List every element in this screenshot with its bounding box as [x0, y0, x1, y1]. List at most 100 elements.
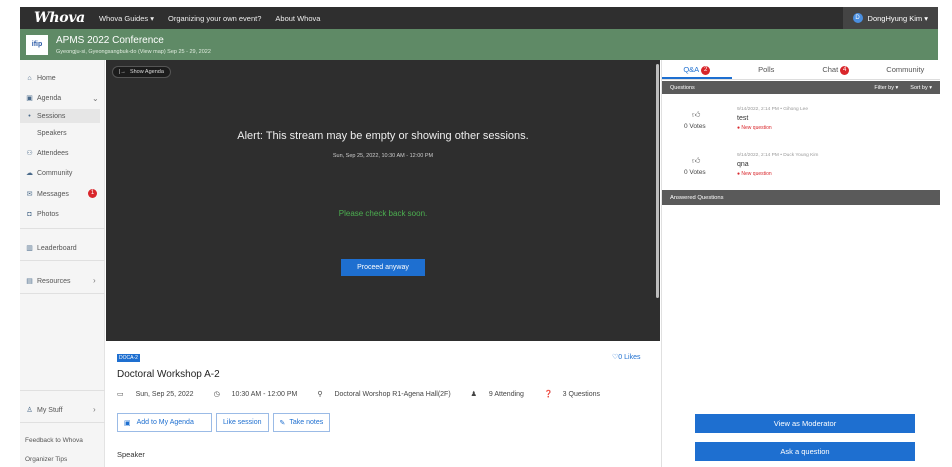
messages-icon: ✉	[26, 191, 33, 198]
scrollbar[interactable]	[656, 64, 659, 298]
sidebar-item-community[interactable]: ☁ Community	[25, 167, 72, 179]
sidebar-item-home[interactable]: ⌂ Home	[25, 72, 56, 84]
question-icon: ❓	[543, 391, 553, 398]
sidebar-item-resources[interactable]: ▤ Resources	[25, 275, 70, 287]
sidebar-item-sessions[interactable]: • Sessions	[25, 110, 65, 122]
chevron-right-icon[interactable]: ›	[93, 405, 96, 414]
sidebar-item-agenda[interactable]: ▣ Agenda	[25, 92, 61, 104]
likes-label: 0 Likes	[618, 354, 641, 361]
event-logo: ifip	[26, 34, 48, 55]
session-date: ▭ Sun, Sep 25, 2022	[117, 390, 204, 398]
sidebar-item-messages[interactable]: ✉ Messages	[25, 188, 69, 200]
sidebar-item-label: Agenda	[37, 94, 62, 102]
stream-date: Sun, Sep 25, 2022, 10:30 AM - 12:00 PM	[332, 153, 434, 159]
likes-button[interactable]: ♡0 Likes	[612, 353, 640, 361]
chevron-right-icon[interactable]: ›	[93, 276, 96, 285]
question-text: test	[737, 115, 749, 122]
clock-icon: ◷	[213, 391, 222, 398]
session-attending-text: 9 Attending	[488, 391, 524, 398]
sidebar-item-label: Leaderboard	[37, 244, 77, 252]
tab-label: Q&A	[683, 65, 700, 74]
upvote-icon[interactable]: 👍︎	[692, 156, 700, 166]
speaker-heading: Speaker	[117, 450, 145, 459]
resources-icon: ▤	[26, 278, 33, 285]
organizing-event-link[interactable]: Organizing your own event?	[168, 14, 261, 23]
filter-by-dropdown[interactable]: Filter by ▾	[874, 85, 898, 91]
session-actions: ▣ Add to My Agenda Like session ✎ Take n…	[117, 413, 334, 432]
question-item: 👍︎ 0 Votes 9/14/2022, 2:14 PM • Duck You…	[662, 150, 940, 194]
check-back-message: Please check back soon.	[338, 209, 428, 218]
attendees-icon: ⚇	[26, 150, 33, 157]
upvote-icon[interactable]: 👍︎	[692, 110, 700, 120]
about-whova-link[interactable]: About Whova	[275, 14, 320, 23]
vote-count: 0 Votes	[684, 123, 706, 130]
session-time: ◷ 10:30 AM - 12:00 PM	[214, 390, 308, 398]
event-subtitle: Gyeongju-si, Gyeongsangbuk-do (View map)…	[56, 48, 211, 55]
session-meta: ▭ Sun, Sep 25, 2022 ◷ 10:30 AM - 12:00 P…	[117, 390, 620, 398]
sidebar-item-label: My Stuff	[37, 406, 63, 414]
feedback-link[interactable]: Feedback to Whova	[25, 434, 83, 446]
tab-qa[interactable]: Q&A 2	[662, 60, 732, 79]
expand-icon: |→	[119, 69, 126, 75]
top-navbar: Whova Whova Guides ▾ Organizing your own…	[20, 7, 938, 29]
session-location: ⚲ Doctoral Worshop R1-Agena Hall(2F)	[317, 390, 460, 398]
vote-count: 0 Votes	[684, 169, 706, 176]
new-question-status: ● New question	[737, 125, 772, 131]
whova-logo[interactable]: Whova	[34, 10, 85, 26]
sidebar-divider	[20, 422, 105, 423]
attendee-icon: ♟	[470, 391, 479, 398]
event-header: ifip APMS 2022 Conference Gyeongju-si, G…	[20, 29, 938, 60]
whova-guides-menu[interactable]: Whova Guides ▾	[99, 14, 154, 23]
question-text: qna	[737, 161, 749, 168]
user-menu[interactable]: D DongHyung Kim ▾	[842, 7, 938, 29]
take-notes-button[interactable]: ✎ Take notes	[272, 413, 331, 432]
bullet-icon: •	[28, 112, 31, 120]
sidebar-item-label: Organizer Tips	[25, 455, 68, 463]
sidebar-item-attendees[interactable]: ⚇ Attendees	[25, 147, 69, 159]
like-session-button[interactable]: Like session	[216, 413, 269, 432]
questions-header: Questions Filter by ▾ Sort by ▾	[662, 81, 940, 94]
sidebar-item-label: Sessions	[37, 112, 66, 120]
location-pin-icon: ⚲	[317, 391, 325, 398]
session-time-text: 10:30 AM - 12:00 PM	[231, 391, 298, 398]
sidebar-item-label: Home	[37, 74, 56, 82]
sidebar-item-my-stuff[interactable]: ♙ My Stuff	[25, 404, 63, 416]
home-icon: ⌂	[27, 74, 32, 82]
interaction-panel: Q&A 2 Polls Chat 4 Community Questions Fil…	[661, 60, 941, 467]
edit-icon: ✎	[279, 419, 286, 427]
tab-polls[interactable]: Polls	[732, 60, 802, 79]
proceed-anyway-button[interactable]: Proceed anyway	[341, 259, 425, 276]
sidebar-divider	[20, 390, 105, 391]
question-meta: 9/14/2022, 2:14 PM • Gihong Lee	[737, 107, 809, 112]
person-icon: ♙	[26, 407, 33, 414]
organizer-tips-link[interactable]: Organizer Tips	[25, 453, 67, 465]
sidebar-item-label: Messages	[37, 190, 69, 198]
show-agenda-button[interactable]: |→ Show Agenda	[112, 66, 171, 78]
sidebar: ⌂ Home ▣ Agenda ⌄ • Sessions Speakers ⚇ …	[20, 60, 105, 467]
sidebar-divider	[20, 293, 105, 294]
ask-question-button[interactable]: Ask a question	[695, 442, 915, 461]
sidebar-item-label: Attendees	[37, 149, 69, 157]
add-to-agenda-label: Add to My Agenda	[136, 419, 194, 426]
chevron-down-icon[interactable]: ⌄	[92, 94, 99, 103]
sidebar-item-leaderboard[interactable]: ▥ Leaderboard	[25, 242, 77, 254]
tab-community[interactable]: Community	[871, 60, 941, 79]
question-item: 👍︎ 0 Votes 9/14/2022, 2:14 PM • Gihong L…	[662, 104, 940, 148]
user-avatar: D	[852, 13, 863, 23]
sort-by-dropdown[interactable]: Sort by ▾	[910, 85, 932, 91]
session-location-text: Doctoral Worshop R1-Agena Hall(2F)	[334, 391, 451, 398]
calendar-icon: ▭	[117, 391, 126, 398]
tab-chat[interactable]: Chat 4	[801, 60, 871, 79]
messages-badge: 1	[88, 189, 97, 198]
sidebar-item-speakers[interactable]: Speakers	[37, 127, 67, 139]
leaderboard-icon: ▥	[26, 245, 33, 252]
view-as-moderator-button[interactable]: View as Moderator	[695, 414, 915, 433]
sidebar-item-label: Feedback to Whova	[25, 436, 83, 444]
answered-questions-header[interactable]: Answered Questions	[662, 190, 940, 205]
session-attending: ♟ 9 Attending	[471, 390, 534, 398]
community-icon: ☁	[26, 170, 33, 177]
sidebar-item-photos[interactable]: ◘ Photos	[25, 208, 58, 220]
add-to-agenda-button[interactable]: ▣ Add to My Agenda	[117, 413, 212, 432]
calendar-add-icon: ▣	[124, 419, 131, 427]
camera-icon: ◘	[27, 210, 32, 218]
